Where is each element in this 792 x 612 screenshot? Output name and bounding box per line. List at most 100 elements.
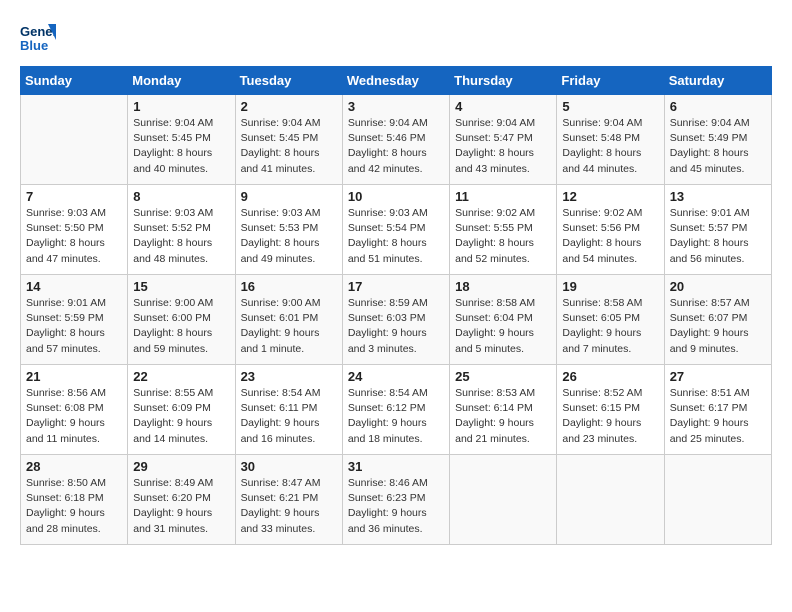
cell-content: Sunrise: 8:50 AMSunset: 6:18 PMDaylight:… xyxy=(26,476,122,537)
calendar-cell: 9 Sunrise: 9:03 AMSunset: 5:53 PMDaylight… xyxy=(235,185,342,275)
day-number: 7 xyxy=(26,189,122,204)
cell-content: Sunrise: 8:55 AMSunset: 6:09 PMDaylight:… xyxy=(133,386,229,447)
day-number: 11 xyxy=(455,189,551,204)
day-number: 10 xyxy=(348,189,444,204)
day-number: 22 xyxy=(133,369,229,384)
calendar-cell: 16 Sunrise: 9:00 AMSunset: 6:01 PMDayligh… xyxy=(235,275,342,365)
cell-content: Sunrise: 8:54 AMSunset: 6:12 PMDaylight:… xyxy=(348,386,444,447)
cell-content: Sunrise: 8:59 AMSunset: 6:03 PMDaylight:… xyxy=(348,296,444,357)
calendar-cell: 21 Sunrise: 8:56 AMSunset: 6:08 PMDayligh… xyxy=(21,365,128,455)
calendar-cell: 23 Sunrise: 8:54 AMSunset: 6:11 PMDayligh… xyxy=(235,365,342,455)
day-number: 17 xyxy=(348,279,444,294)
calendar-cell: 14 Sunrise: 9:01 AMSunset: 5:59 PMDayligh… xyxy=(21,275,128,365)
calendar-cell: 5Sunrise: 9:04 AMSunset: 5:48 PMDaylight… xyxy=(557,95,664,185)
day-number: 4 xyxy=(455,99,551,114)
day-number: 6 xyxy=(670,99,766,114)
calendar-cell: 6 Sunrise: 9:04 AMSunset: 5:49 PMDaylight… xyxy=(664,95,771,185)
day-number: 25 xyxy=(455,369,551,384)
calendar-cell: 30 Sunrise: 8:47 AMSunset: 6:21 PMDayligh… xyxy=(235,455,342,545)
calendar-cell: 1 Sunrise: 9:04 AMSunset: 5:45 PMDaylight… xyxy=(128,95,235,185)
calendar-cell: 4 Sunrise: 9:04 AMSunset: 5:47 PMDaylight… xyxy=(450,95,557,185)
weekday-header-friday: Friday xyxy=(557,67,664,95)
day-number: 31 xyxy=(348,459,444,474)
day-number: 14 xyxy=(26,279,122,294)
calendar-cell: 8Sunrise: 9:03 AMSunset: 5:52 PMDaylight… xyxy=(128,185,235,275)
cell-content: Sunrise: 9:04 AMSunset: 5:45 PMDaylight:… xyxy=(133,116,229,177)
svg-text:Blue: Blue xyxy=(20,38,48,53)
cell-content: Sunrise: 9:03 AMSunset: 5:50 PMDaylight:… xyxy=(26,206,122,267)
cell-content: Sunrise: 8:53 AMSunset: 6:14 PMDaylight:… xyxy=(455,386,551,447)
day-number: 23 xyxy=(241,369,337,384)
logo: General Blue xyxy=(20,20,56,56)
day-number: 2 xyxy=(241,99,337,114)
cell-content: Sunrise: 8:58 AMSunset: 6:04 PMDaylight:… xyxy=(455,296,551,357)
cell-content: Sunrise: 8:57 AMSunset: 6:07 PMDaylight:… xyxy=(670,296,766,357)
calendar-cell: 11 Sunrise: 9:02 AMSunset: 5:55 PMDayligh… xyxy=(450,185,557,275)
cell-content: Sunrise: 8:46 AMSunset: 6:23 PMDaylight:… xyxy=(348,476,444,537)
cell-content: Sunrise: 9:04 AMSunset: 5:45 PMDaylight:… xyxy=(241,116,337,177)
calendar-cell: 26 Sunrise: 8:52 AMSunset: 6:15 PMDayligh… xyxy=(557,365,664,455)
calendar-cell: 29Sunrise: 8:49 AMSunset: 6:20 PMDayligh… xyxy=(128,455,235,545)
day-number: 19 xyxy=(562,279,658,294)
day-number: 26 xyxy=(562,369,658,384)
day-number: 15 xyxy=(133,279,229,294)
page-header: General Blue xyxy=(20,20,772,56)
cell-content: Sunrise: 9:04 AMSunset: 5:49 PMDaylight:… xyxy=(670,116,766,177)
calendar-cell: 25 Sunrise: 8:53 AMSunset: 6:14 PMDayligh… xyxy=(450,365,557,455)
cell-content: Sunrise: 9:02 AMSunset: 5:55 PMDaylight:… xyxy=(455,206,551,267)
calendar-cell: 15 Sunrise: 9:00 AMSunset: 6:00 PMDayligh… xyxy=(128,275,235,365)
cell-content: Sunrise: 9:00 AMSunset: 6:01 PMDaylight:… xyxy=(241,296,337,357)
cell-content: Sunrise: 8:58 AMSunset: 6:05 PMDaylight:… xyxy=(562,296,658,357)
cell-content: Sunrise: 8:54 AMSunset: 6:11 PMDaylight:… xyxy=(241,386,337,447)
day-number: 20 xyxy=(670,279,766,294)
calendar-row-0: 1 Sunrise: 9:04 AMSunset: 5:45 PMDaylight… xyxy=(21,95,772,185)
day-number: 27 xyxy=(670,369,766,384)
calendar-cell: 13Sunrise: 9:01 AMSunset: 5:57 PMDayligh… xyxy=(664,185,771,275)
day-number: 1 xyxy=(133,99,229,114)
calendar-cell: 27 Sunrise: 8:51 AMSunset: 6:17 PMDayligh… xyxy=(664,365,771,455)
day-number: 29 xyxy=(133,459,229,474)
day-number: 8 xyxy=(133,189,229,204)
cell-content: Sunrise: 9:01 AMSunset: 5:59 PMDaylight:… xyxy=(26,296,122,357)
day-number: 18 xyxy=(455,279,551,294)
weekday-header-sunday: Sunday xyxy=(21,67,128,95)
calendar-cell: 10 Sunrise: 9:03 AMSunset: 5:54 PMDayligh… xyxy=(342,185,449,275)
cell-content: Sunrise: 9:04 AMSunset: 5:48 PMDaylight:… xyxy=(562,116,658,177)
calendar-cell: 2 Sunrise: 9:04 AMSunset: 5:45 PMDaylight… xyxy=(235,95,342,185)
day-number: 24 xyxy=(348,369,444,384)
day-number: 30 xyxy=(241,459,337,474)
calendar-cell: 17 Sunrise: 8:59 AMSunset: 6:03 PMDayligh… xyxy=(342,275,449,365)
calendar-cell xyxy=(664,455,771,545)
calendar-cell: 18 Sunrise: 8:58 AMSunset: 6:04 PMDayligh… xyxy=(450,275,557,365)
calendar-cell: 19 Sunrise: 8:58 AMSunset: 6:05 PMDayligh… xyxy=(557,275,664,365)
day-number: 28 xyxy=(26,459,122,474)
calendar-cell: 24 Sunrise: 8:54 AMSunset: 6:12 PMDayligh… xyxy=(342,365,449,455)
logo-icon: General Blue xyxy=(20,20,56,56)
cell-content: Sunrise: 9:03 AMSunset: 5:53 PMDaylight:… xyxy=(241,206,337,267)
cell-content: Sunrise: 9:04 AMSunset: 5:46 PMDaylight:… xyxy=(348,116,444,177)
weekday-header-wednesday: Wednesday xyxy=(342,67,449,95)
calendar-cell: 12Sunrise: 9:02 AMSunset: 5:56 PMDayligh… xyxy=(557,185,664,275)
day-number: 21 xyxy=(26,369,122,384)
calendar-row-3: 21 Sunrise: 8:56 AMSunset: 6:08 PMDayligh… xyxy=(21,365,772,455)
calendar-table: SundayMondayTuesdayWednesdayThursdayFrid… xyxy=(20,66,772,545)
calendar-cell: 20 Sunrise: 8:57 AMSunset: 6:07 PMDayligh… xyxy=(664,275,771,365)
weekday-header-monday: Monday xyxy=(128,67,235,95)
weekday-header-thursday: Thursday xyxy=(450,67,557,95)
cell-content: Sunrise: 9:04 AMSunset: 5:47 PMDaylight:… xyxy=(455,116,551,177)
calendar-cell: 3Sunrise: 9:04 AMSunset: 5:46 PMDaylight… xyxy=(342,95,449,185)
cell-content: Sunrise: 8:56 AMSunset: 6:08 PMDaylight:… xyxy=(26,386,122,447)
cell-content: Sunrise: 8:52 AMSunset: 6:15 PMDaylight:… xyxy=(562,386,658,447)
day-number: 16 xyxy=(241,279,337,294)
calendar-row-1: 7 Sunrise: 9:03 AMSunset: 5:50 PMDaylight… xyxy=(21,185,772,275)
calendar-cell: 28 Sunrise: 8:50 AMSunset: 6:18 PMDayligh… xyxy=(21,455,128,545)
cell-content: Sunrise: 9:00 AMSunset: 6:00 PMDaylight:… xyxy=(133,296,229,357)
day-number: 12 xyxy=(562,189,658,204)
cell-content: Sunrise: 8:51 AMSunset: 6:17 PMDaylight:… xyxy=(670,386,766,447)
calendar-cell: 7 Sunrise: 9:03 AMSunset: 5:50 PMDaylight… xyxy=(21,185,128,275)
cell-content: Sunrise: 9:03 AMSunset: 5:54 PMDaylight:… xyxy=(348,206,444,267)
calendar-cell xyxy=(450,455,557,545)
day-number: 9 xyxy=(241,189,337,204)
cell-content: Sunrise: 8:47 AMSunset: 6:21 PMDaylight:… xyxy=(241,476,337,537)
cell-content: Sunrise: 9:01 AMSunset: 5:57 PMDaylight:… xyxy=(670,206,766,267)
